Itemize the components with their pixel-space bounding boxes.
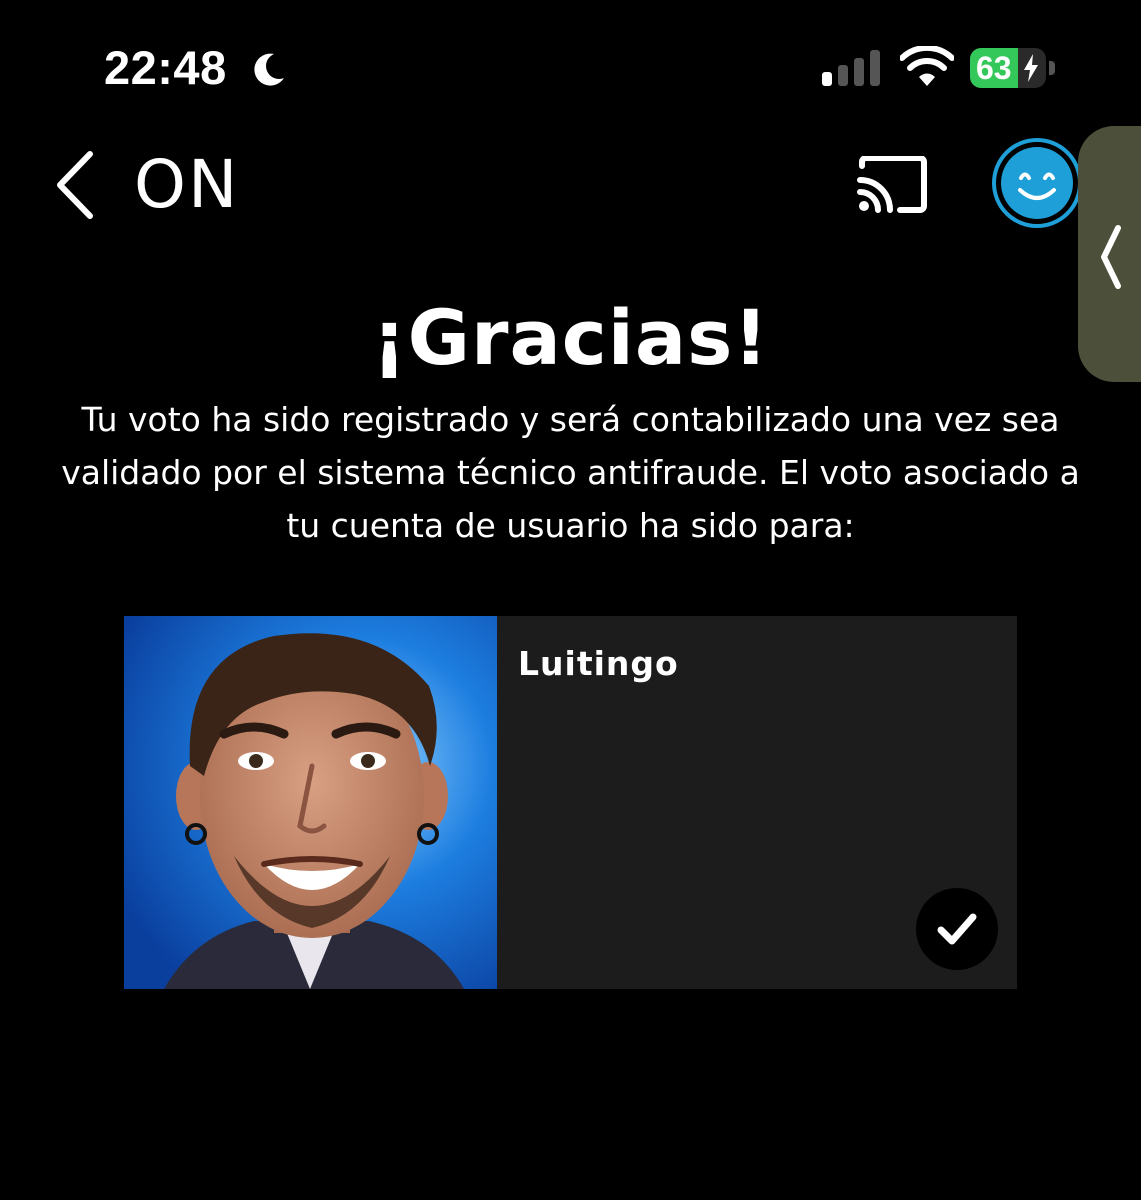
battery-tip bbox=[1049, 61, 1055, 75]
selected-check-badge bbox=[916, 888, 998, 970]
chevron-left-icon bbox=[1101, 225, 1121, 289]
thank-you-heading: ¡Gracias! bbox=[371, 293, 770, 382]
battery-percent: 63 bbox=[976, 50, 1012, 86]
candidate-card: Luitingo bbox=[124, 616, 1017, 989]
cast-icon[interactable] bbox=[856, 156, 928, 214]
candidate-photo bbox=[124, 616, 497, 989]
wifi-icon bbox=[900, 46, 954, 86]
status-time: 22:48 bbox=[104, 41, 227, 94]
signal-icon bbox=[822, 50, 880, 86]
app-title: ON bbox=[134, 146, 240, 223]
checkmark-icon bbox=[937, 913, 977, 945]
vote-confirmation-message: Tu voto ha sido registrado y será contab… bbox=[61, 400, 1080, 545]
charging-bolt-icon bbox=[1024, 54, 1038, 82]
candidate-name: Luitingo bbox=[518, 644, 679, 683]
smiley-avatar-icon[interactable] bbox=[992, 138, 1082, 228]
battery-indicator: 63 bbox=[970, 48, 1056, 88]
back-button[interactable] bbox=[50, 148, 102, 222]
moon-icon bbox=[254, 53, 284, 86]
